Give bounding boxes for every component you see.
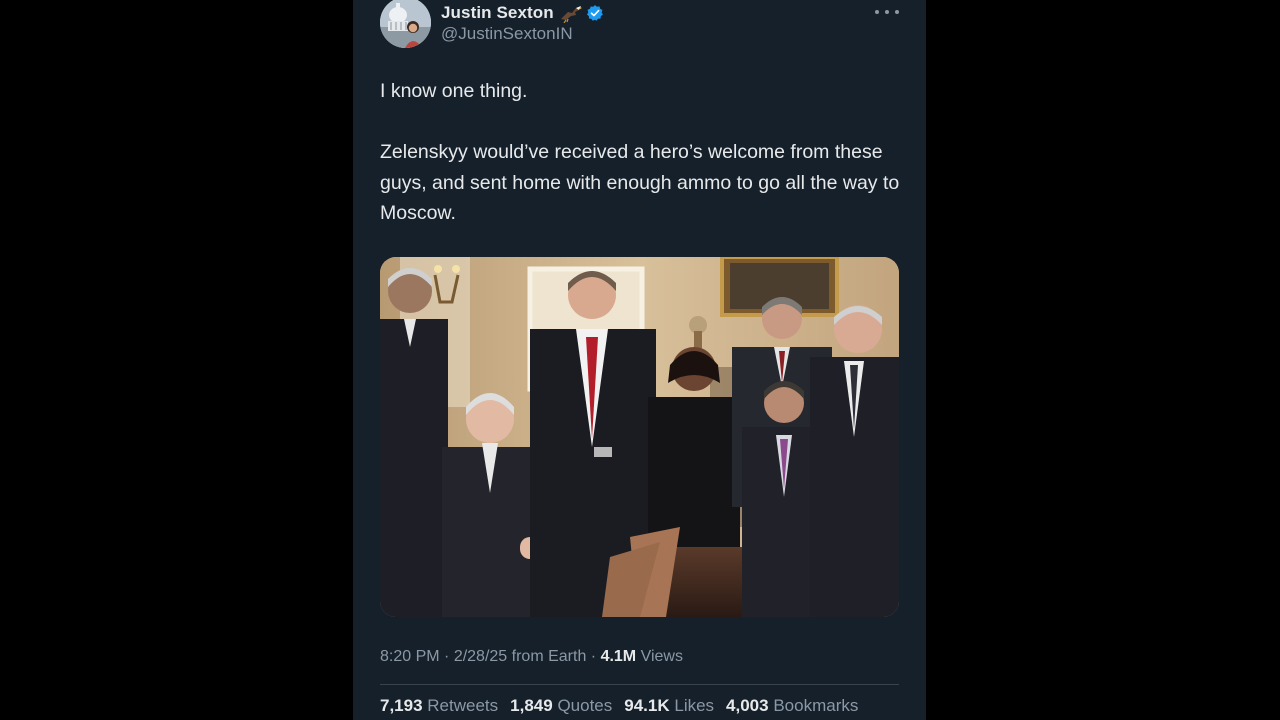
capitol-avatar-icon xyxy=(380,0,431,48)
engagement-stats: 7,193 Retweets 1,849 Quotes 94.1K Likes … xyxy=(380,696,870,716)
stat-count: 1,849 xyxy=(510,696,553,715)
stat-count: 7,193 xyxy=(380,696,423,715)
tweet-time[interactable]: 8:20 PM xyxy=(380,648,440,665)
more-options-icon[interactable] xyxy=(875,2,899,22)
more-dot xyxy=(895,10,899,14)
meta-separator: · xyxy=(439,648,454,665)
stat-label: Bookmarks xyxy=(773,696,859,715)
stat-quotes[interactable]: 1,849 Quotes xyxy=(510,696,612,716)
stat-count: 4,003 xyxy=(726,696,769,715)
stat-label: Likes xyxy=(674,696,715,715)
tweet-source: from Earth xyxy=(507,648,587,665)
stat-label: Retweets xyxy=(427,696,499,715)
stat-retweets[interactable]: 7,193 Retweets xyxy=(380,696,498,716)
tweet-date[interactable]: 2/28/25 xyxy=(454,648,507,665)
stat-label: Quotes xyxy=(557,696,613,715)
eagle-icon xyxy=(560,6,582,23)
author-name[interactable]: Justin Sexton xyxy=(441,3,554,23)
tweet-photo[interactable] xyxy=(380,257,899,617)
tweet-text-line: Zelenskyy would’ve received a hero’s wel… xyxy=(380,141,900,224)
more-dot xyxy=(885,10,889,14)
author-name-row: Justin Sexton xyxy=(441,2,604,24)
divider xyxy=(380,684,899,685)
views-label: Views xyxy=(636,648,683,665)
screen: Justin Sexton @JustinSextonIN I know one… xyxy=(0,0,1280,720)
tweet-text-line: I know one thing. xyxy=(380,80,528,102)
more-dot xyxy=(875,10,879,14)
author-handle[interactable]: @JustinSextonIN xyxy=(441,24,573,44)
stat-count: 94.1K xyxy=(624,696,670,715)
group-photo xyxy=(380,257,899,617)
verified-badge-icon xyxy=(586,5,603,21)
stat-bookmarks[interactable]: 4,003 Bookmarks xyxy=(726,696,858,716)
stat-likes[interactable]: 94.1K Likes xyxy=(624,696,714,716)
meta-separator: · xyxy=(586,648,601,665)
tweet-text: I know one thing. Zelenskyy would’ve rec… xyxy=(380,76,900,229)
tweet-meta: 8:20 PM · 2/28/25 from Earth · 4.1M View… xyxy=(380,648,683,666)
tweet-panel: Justin Sexton @JustinSextonIN I know one… xyxy=(353,0,926,720)
avatar[interactable] xyxy=(380,0,431,48)
views-count[interactable]: 4.1M xyxy=(601,648,637,665)
